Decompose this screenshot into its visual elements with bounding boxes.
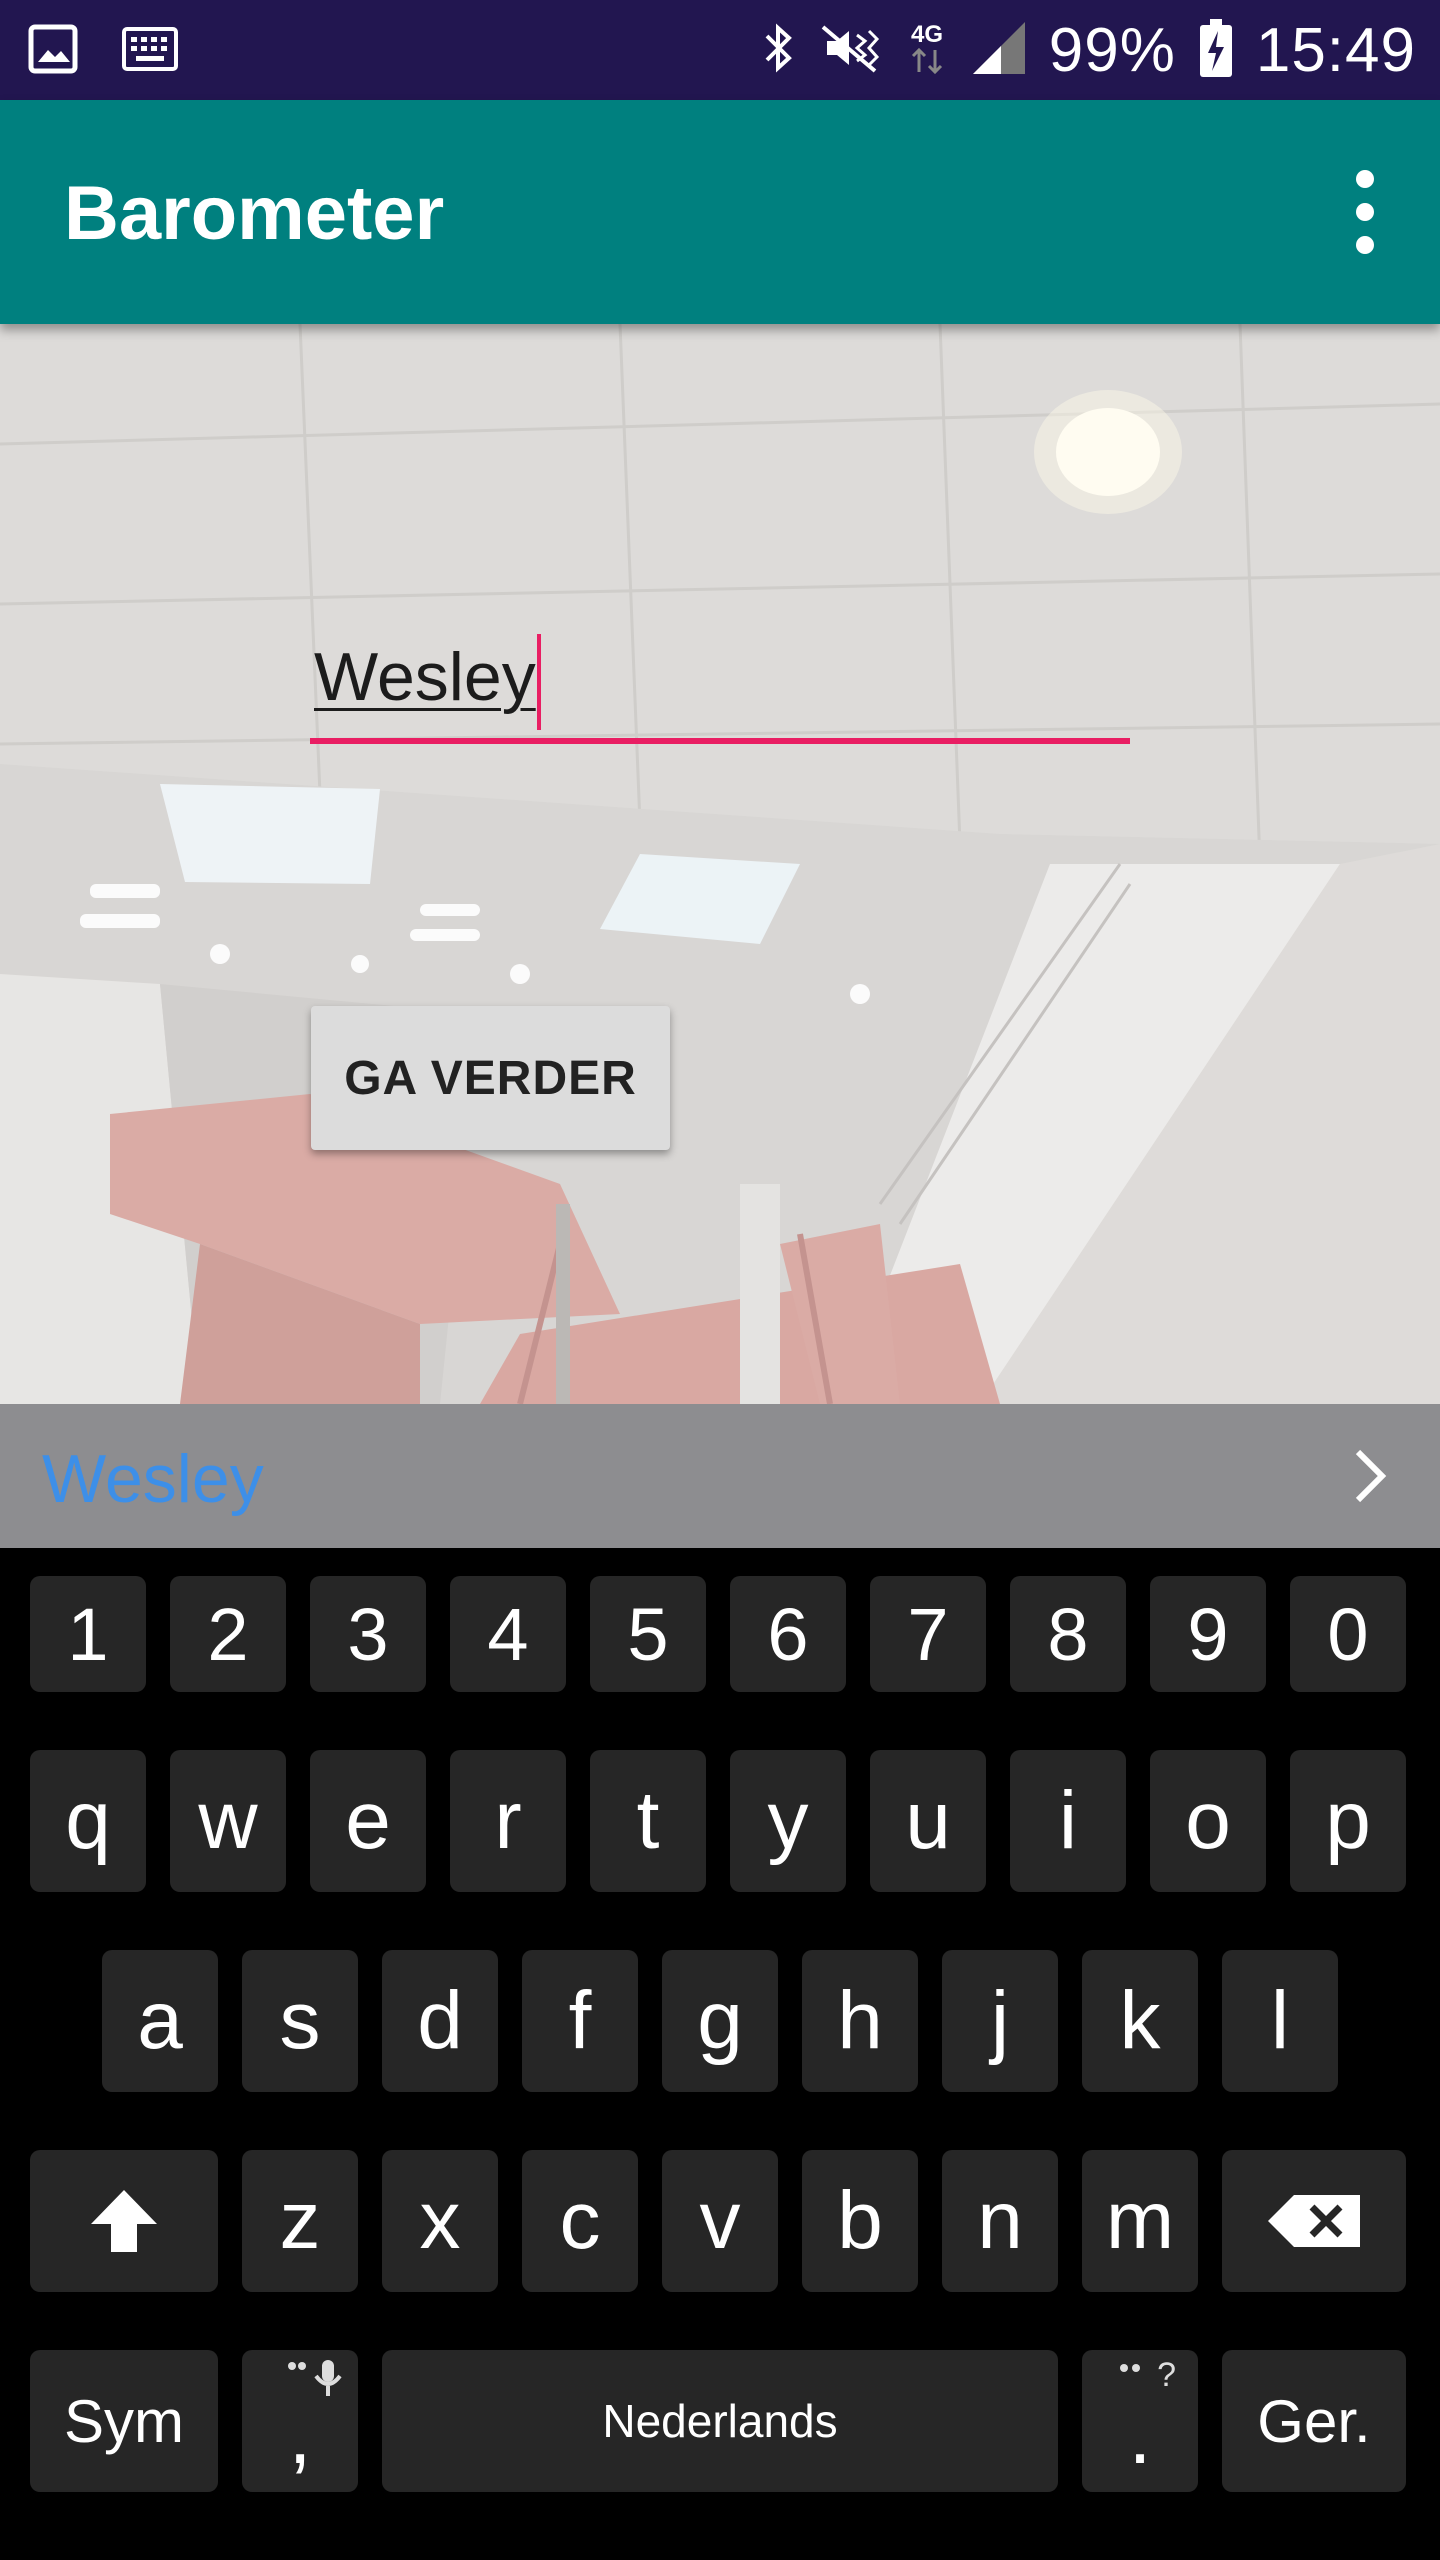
key-2[interactable]: 2 [170,1576,286,1692]
key-6[interactable]: 6 [730,1576,846,1692]
enter-key[interactable]: Ger. [1222,2350,1406,2492]
chevron-right-icon[interactable] [1332,1440,1404,1512]
key-0[interactable]: 0 [1290,1576,1406,1692]
comma-label: , [288,2390,312,2481]
key-3[interactable]: 3 [310,1576,426,1692]
network-4g-label: 4G [911,21,943,48]
key-v[interactable]: v [662,2150,778,2292]
key-z[interactable]: z [242,2150,358,2292]
mute-vibrate-icon [819,23,883,77]
battery-charging-icon [1198,17,1234,83]
bluetooth-icon [761,20,797,80]
gallery-icon [28,24,78,78]
continue-button[interactable]: GA VERDER [311,1006,670,1150]
key-t[interactable]: t [590,1750,706,1892]
signal-icon [971,20,1027,80]
shift-icon [91,2190,157,2252]
shift-key[interactable] [30,2150,218,2292]
background-overlay [0,324,1440,1404]
name-input-value: Wesley [314,639,536,715]
key-a[interactable]: a [102,1950,218,2092]
status-bar: 4G 99% 15:49 [0,0,1440,100]
suggestion-bar: Wesley [0,1404,1440,1548]
key-7[interactable]: 7 [870,1576,986,1692]
microphone-icon [288,2360,342,2396]
text-cursor [537,634,541,730]
app-title: Barometer [64,171,445,256]
key-p[interactable]: p [1290,1750,1406,1892]
key-n[interactable]: n [942,2150,1058,2292]
period-hint: ? [1157,2356,1176,2394]
key-d[interactable]: d [382,1950,498,2092]
key-c[interactable]: c [522,2150,638,2292]
backspace-key[interactable] [1222,2150,1406,2292]
key-w[interactable]: w [170,1750,286,1892]
period-label: . [1128,2390,1152,2481]
key-4[interactable]: 4 [450,1576,566,1692]
key-s[interactable]: s [242,1950,358,2092]
key-y[interactable]: y [730,1750,846,1892]
key-b[interactable]: b [802,2150,918,2292]
key-l[interactable]: l [1222,1950,1338,2092]
comma-key[interactable]: , [242,2350,358,2492]
space-key[interactable]: Nederlands [382,2350,1058,2492]
key-q[interactable]: q [30,1750,146,1892]
key-o[interactable]: o [1150,1750,1266,1892]
key-j[interactable]: j [942,1950,1058,2092]
key-h[interactable]: h [802,1950,918,2092]
sym-key[interactable]: Sym [30,2350,218,2492]
key-i[interactable]: i [1010,1750,1126,1892]
key-u[interactable]: u [870,1750,986,1892]
key-m[interactable]: m [1082,2150,1198,2292]
name-input-underline [310,738,1130,744]
key-e[interactable]: e [310,1750,426,1892]
clock: 15:49 [1255,15,1416,85]
keyboard-icon [122,27,178,75]
period-key[interactable]: . ? [1082,2350,1198,2492]
battery-percent: 99% [1048,15,1176,85]
more-vert-icon[interactable] [1340,170,1390,254]
key-5[interactable]: 5 [590,1576,706,1692]
key-1[interactable]: 1 [30,1576,146,1692]
key-8[interactable]: 8 [1010,1576,1126,1692]
key-f[interactable]: f [522,1950,638,2092]
suggestion-word[interactable]: Wesley [42,1440,264,1518]
network-4g-icon: 4G [905,18,949,82]
name-input[interactable]: Wesley [310,624,1130,744]
key-x[interactable]: x [382,2150,498,2292]
key-g[interactable]: g [662,1950,778,2092]
key-k[interactable]: k [1082,1950,1198,2092]
key-9[interactable]: 9 [1150,1576,1266,1692]
key-r[interactable]: r [450,1750,566,1892]
keyboard: 1 2 3 4 5 6 7 8 9 0 q w e r t y u i o p … [0,1548,1440,2560]
dots-hint-icon [1120,2364,1140,2372]
app-bar: Barometer [0,100,1440,324]
backspace-icon [1268,2195,1360,2247]
content-area: Wesley GA VERDER [0,324,1440,1404]
